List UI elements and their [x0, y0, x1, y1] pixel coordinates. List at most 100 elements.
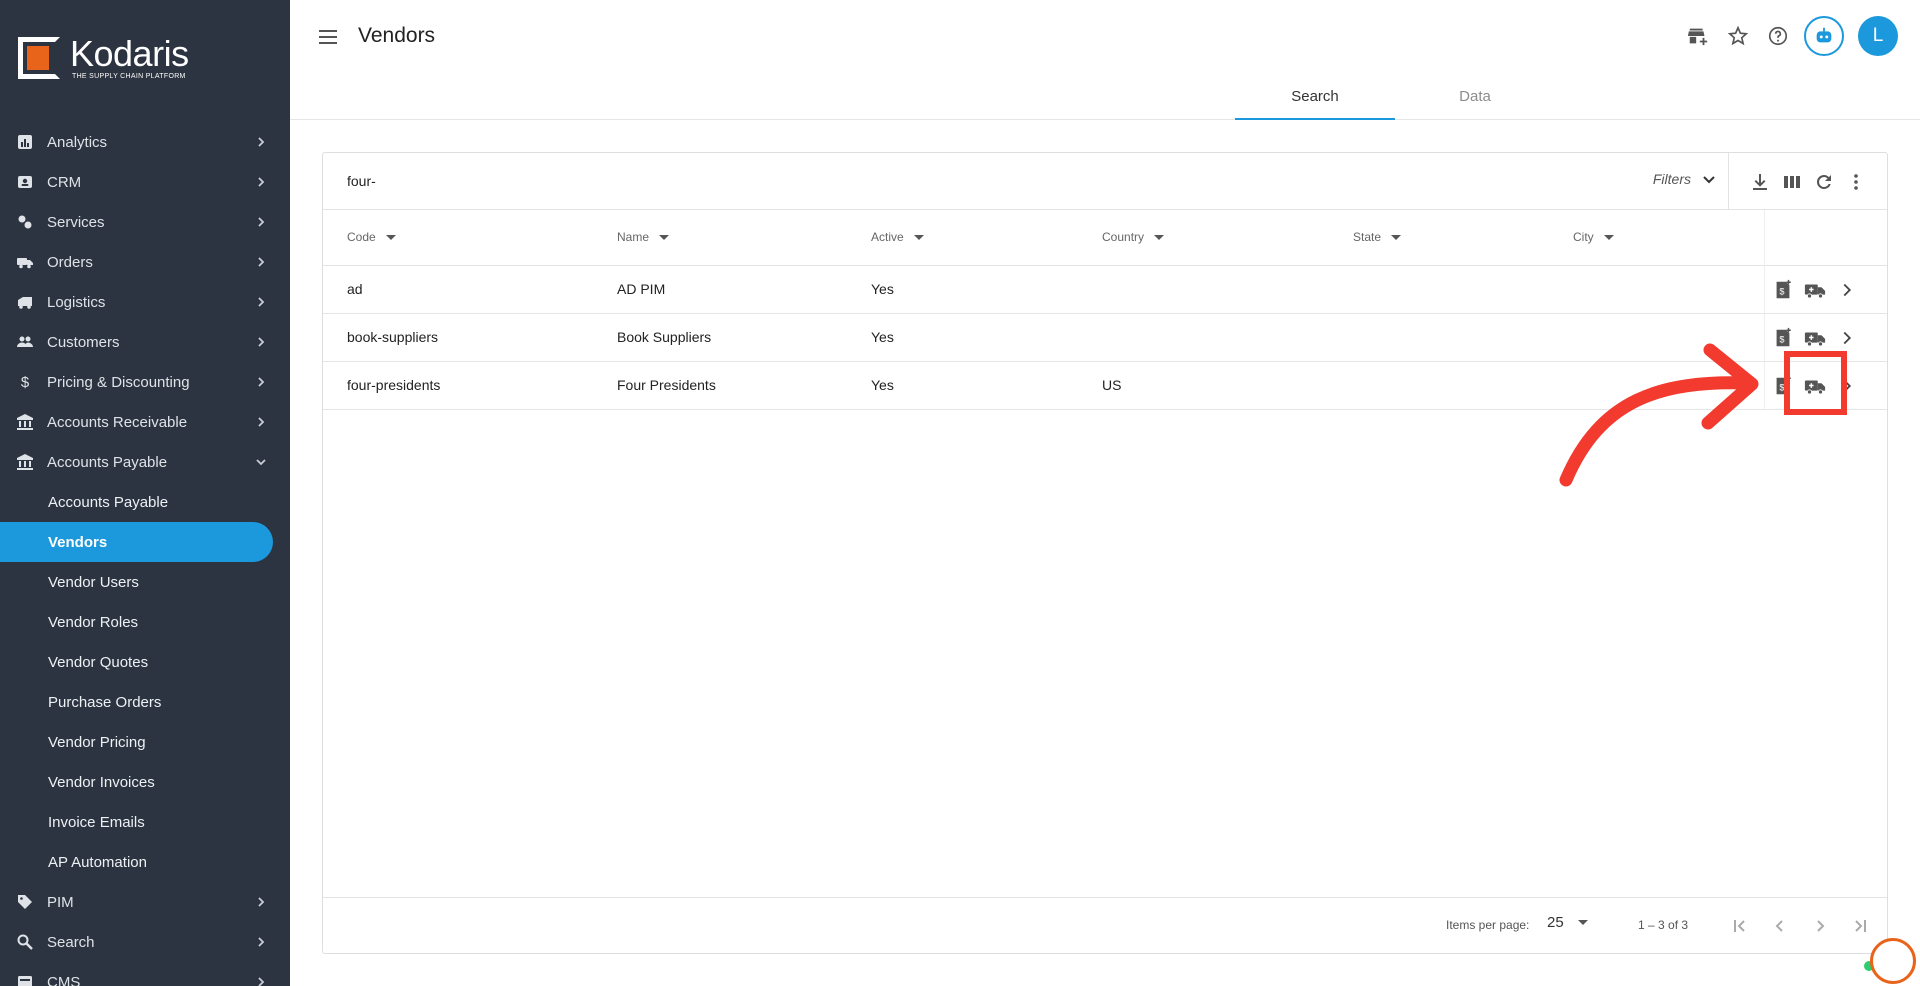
sidebar-item-accounts-payable[interactable]: Accounts Payable: [0, 442, 290, 482]
tab-data[interactable]: Data: [1395, 78, 1555, 120]
pager-buttons: [1728, 914, 1888, 938]
sidebar-subitem-ap-automation[interactable]: AP Automation: [0, 842, 290, 882]
kodaris-logo[interactable]: Kodaris THE SUPPLY CHAIN PLATFORM: [18, 35, 189, 80]
truck-icon: [17, 254, 33, 270]
chevron-right-icon[interactable]: [1835, 326, 1859, 350]
sidebar-item-label: PIM: [47, 893, 74, 911]
sidebar-subitem-purchase-orders[interactable]: Purchase Orders: [0, 682, 290, 722]
robot-icon: [1816, 27, 1832, 43]
logo-mark: [18, 37, 60, 79]
sidebar-item-analytics[interactable]: Analytics: [0, 122, 290, 162]
sidebar-item-accounts-receivable[interactable]: Accounts Receivable: [0, 402, 290, 442]
sort-arrow-icon: [1154, 234, 1165, 240]
download-icon[interactable]: [1749, 171, 1771, 193]
last-page-icon[interactable]: [1848, 914, 1872, 938]
chevron-right-icon: [254, 295, 268, 309]
sort-arrow-icon: [1603, 234, 1614, 240]
sidebar-item-orders[interactable]: Orders: [0, 242, 290, 282]
sidebar-item-label: CRM: [47, 173, 82, 191]
invoice-icon[interactable]: $: [1771, 326, 1795, 350]
columns-icon[interactable]: [1781, 171, 1803, 193]
filters-dropdown[interactable]: Filters: [1653, 171, 1717, 187]
next-page-icon[interactable]: [1808, 914, 1832, 938]
sort-arrow-icon: [659, 234, 670, 240]
sidebar-subitem-vendors[interactable]: Vendors: [0, 522, 273, 562]
cell-active: Yes: [871, 329, 894, 345]
user-avatar[interactable]: L: [1858, 16, 1898, 56]
help-icon[interactable]: [1766, 24, 1790, 48]
add-store-icon[interactable]: [1686, 24, 1710, 48]
chevron-right-icon: [254, 135, 268, 149]
sidebar-item-search[interactable]: Search: [0, 922, 290, 962]
sidebar-subitem-accounts-payable[interactable]: Accounts Payable: [0, 482, 290, 522]
shipping-truck-icon[interactable]: [1803, 278, 1827, 302]
row-actions: $: [1763, 326, 1859, 350]
shipping-truck-icon[interactable]: [1803, 374, 1827, 398]
cell-active: Yes: [871, 377, 894, 393]
page-range: 1 – 3 of 3: [1638, 918, 1689, 932]
sidebar-item-cms[interactable]: CMS: [0, 962, 290, 986]
column-header-active[interactable]: Active: [871, 230, 924, 244]
sidebar-item-pim[interactable]: PIM: [0, 882, 290, 922]
first-page-icon[interactable]: [1728, 914, 1752, 938]
sidebar-item-pricing[interactable]: $ Pricing & Discounting: [0, 362, 290, 402]
sidebar-item-label: Accounts Payable: [47, 453, 168, 471]
sidebar-subitem-vendor-invoices[interactable]: Vendor Invoices: [0, 762, 290, 802]
table-search-bar: Filters: [323, 153, 1887, 210]
row-actions: $: [1763, 278, 1859, 302]
chevron-right-icon[interactable]: [1835, 278, 1859, 302]
view-tabs: Search Data: [1235, 78, 1555, 120]
page-header: Vendors L Search Data: [290, 0, 1920, 120]
logistics-icon: [17, 294, 33, 310]
star-icon[interactable]: [1726, 24, 1750, 48]
sidebar-subitem-invoice-emails[interactable]: Invoice Emails: [0, 802, 290, 842]
sort-arrow-icon: [1391, 234, 1402, 240]
table-pagination: Items per page: 25 1 – 3 of 3: [323, 897, 1887, 953]
sidebar-item-crm[interactable]: CRM: [0, 162, 290, 202]
sidebar-subitem-vendor-roles[interactable]: Vendor Roles: [0, 602, 290, 642]
previous-page-icon[interactable]: [1768, 914, 1792, 938]
chat-widget-button[interactable]: [1870, 938, 1916, 984]
search-icon: [17, 934, 33, 950]
sidebar-item-label: Search: [47, 933, 95, 951]
sidebar-item-services[interactable]: Services: [0, 202, 290, 242]
dollar-icon: $: [20, 373, 30, 391]
sidebar-item-label: Pricing & Discounting: [47, 373, 190, 391]
sidebar: Kodaris THE SUPPLY CHAIN PLATFORM Analyt…: [0, 0, 290, 986]
sidebar-subitem-vendor-quotes[interactable]: Vendor Quotes: [0, 642, 290, 682]
refresh-icon[interactable]: [1813, 171, 1835, 193]
search-input[interactable]: [347, 169, 1347, 193]
column-header-code[interactable]: Code: [347, 230, 396, 244]
sidebar-item-customers[interactable]: Customers: [0, 322, 290, 362]
page-title: Vendors: [358, 24, 436, 47]
assistant-bot-button[interactable]: [1804, 16, 1844, 56]
table-row[interactable]: book-suppliers Book Suppliers Yes $: [323, 314, 1887, 362]
menu-toggle-button[interactable]: [316, 26, 340, 50]
column-header-city[interactable]: City: [1573, 230, 1614, 244]
invoice-icon[interactable]: $: [1771, 374, 1795, 398]
bank-icon: [17, 414, 33, 430]
sidebar-subitem-vendor-users[interactable]: Vendor Users: [0, 562, 290, 602]
table-row[interactable]: ad AD PIM Yes $: [323, 266, 1887, 314]
tab-search[interactable]: Search: [1235, 78, 1395, 120]
chevron-right-icon[interactable]: [1835, 374, 1859, 398]
sort-arrow-icon: [913, 234, 924, 240]
cell-name: AD PIM: [617, 281, 666, 297]
items-per-page-select[interactable]: 25: [1547, 914, 1588, 931]
chevron-right-icon: [254, 375, 268, 389]
column-header-name[interactable]: Name: [617, 230, 670, 244]
table-row[interactable]: four-presidents Four Presidents Yes US $: [323, 362, 1887, 410]
column-header-country[interactable]: Country: [1102, 230, 1165, 244]
column-label: State: [1353, 230, 1382, 244]
row-actions: $: [1763, 374, 1859, 398]
chevron-right-icon: [254, 895, 268, 909]
column-label: Country: [1102, 230, 1145, 244]
column-header-state[interactable]: State: [1353, 230, 1402, 244]
more-vert-icon[interactable]: [1845, 171, 1867, 193]
invoice-icon[interactable]: $: [1771, 278, 1795, 302]
sidebar-nav: Analytics CRM Services Orders Logistics …: [0, 122, 290, 986]
sidebar-item-logistics[interactable]: Logistics: [0, 282, 290, 322]
shipping-truck-icon[interactable]: [1803, 326, 1827, 350]
cell-code: four-presidents: [347, 377, 441, 393]
sidebar-subitem-vendor-pricing[interactable]: Vendor Pricing: [0, 722, 290, 762]
